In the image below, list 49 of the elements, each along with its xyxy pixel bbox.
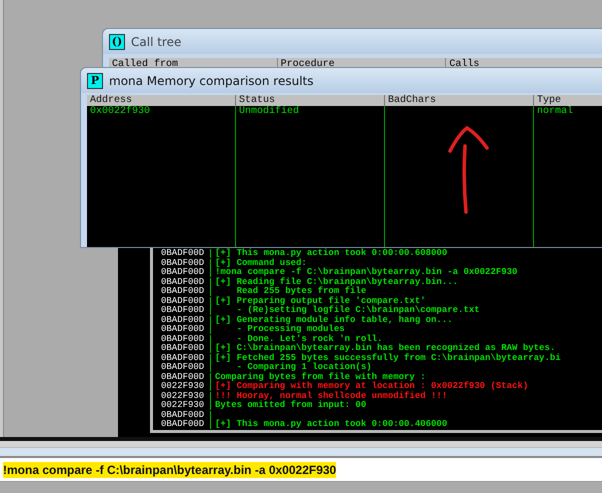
log-message: Comparing bytes from file with memory : [214, 372, 426, 382]
log-message: [+] C:\brainpan\bytearray.bin has been recognized as RAW bytes. [214, 344, 556, 353]
log-address: 0BADF00D [153, 287, 211, 296]
log-message: - Done. Let's rock 'n roll. [236, 334, 382, 344]
table-cell-text: 0x0022f930 [89, 106, 152, 117]
table-cell-text: Unmodified [238, 106, 300, 117]
log-message: !mona compare -f C:\brainpan\bytearray.bin -a 0x0022F930 [214, 268, 518, 277]
log-address: 0BADF00D [153, 296, 211, 306]
log-message: - (Re)setting logfile C:\brainpan\compare.txt [236, 306, 480, 315]
log-address: 0BADF00D [153, 354, 211, 362]
log-address: 0BADF00D [153, 420, 211, 429]
log-message: - Processing modules [236, 325, 345, 334]
log-address: 0022F930 [153, 382, 211, 391]
log-address: 0BADF00D [153, 344, 211, 353]
window-title: Call tree [131, 34, 182, 48]
log-address: 0BADF00D [153, 306, 211, 315]
window-title: mona Memory comparison results [109, 74, 314, 88]
log-message: [+] Reading file C:\brainpan\bytearray.bin... [214, 278, 458, 286]
log-message: Bytes omitted from input: 00 [214, 401, 366, 410]
log-address: 0BADF00D [153, 334, 211, 344]
log-message: [+] Preparing output file 'compare.txt' [214, 296, 426, 306]
log-address: 0BADF00D [153, 249, 211, 258]
log-message: [+] Generating module info table, hang on... [214, 316, 453, 324]
command-field[interactable]: !mona compare -f C:\brainpan\bytearray.bin -a 0x0022F930 [0, 458, 602, 482]
log-message: [+] Command used: [214, 258, 307, 268]
log-address: 0BADF00D [153, 268, 211, 277]
log-address: 0BADF00D [153, 258, 211, 268]
log-address: 0BADF00D [153, 363, 211, 372]
log-address: 0BADF00D [153, 316, 211, 324]
table-cell-text: normal [536, 106, 574, 117]
log-message: - Comparing 1 location(s) [236, 363, 372, 372]
log-message: !!! Hooray, normal shellcode unmodified !!! [214, 392, 448, 400]
log-message: [+] This mona.py action took 0:00:00.608000 [214, 249, 448, 258]
column-header[interactable]: Status [236, 95, 385, 106]
column-header[interactable]: Type [534, 95, 602, 106]
log-address: 0BADF00D [153, 410, 211, 420]
log-message: [+] Fetched 255 bytes successfully from C:\brainpan\bytearray.bi [214, 354, 561, 362]
log-message: Read 255 bytes from file [236, 287, 366, 296]
log-message: [+] Comparing with memory at location : 0x0022f930 (Stack) [214, 382, 528, 391]
window-icon: () [109, 34, 125, 50]
log-address: 0BADF00D [153, 325, 211, 334]
log-address: 0022F930 [153, 392, 211, 400]
column-header[interactable]: Address [87, 95, 236, 106]
log-message: [+] This mona.py action took 0:00:00.406000 [214, 420, 448, 429]
log-address: 0BADF00D [153, 278, 211, 286]
window-icon: P [87, 72, 103, 88]
column-header[interactable]: BadChars [385, 95, 534, 106]
log-address: 0022F930 [153, 401, 211, 410]
log-address: 0BADF00D [153, 372, 211, 382]
